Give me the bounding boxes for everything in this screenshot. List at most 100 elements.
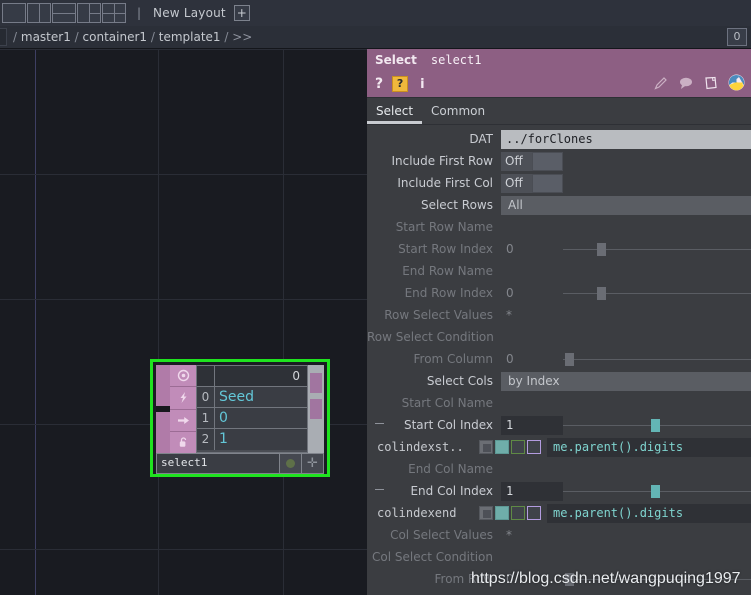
layout-preset-two-columns[interactable] [27,3,51,23]
mode-constant-icon[interactable] [479,440,493,454]
viewer-icon[interactable] [170,365,196,388]
toggle-checkbox[interactable] [532,151,563,171]
param-row-end-row-name: End Row Name [367,260,751,282]
row-select-values-field[interactable]: * [501,308,512,322]
end-row-index-slider[interactable] [563,284,751,303]
include-first-row-toggle[interactable]: Off [501,151,563,171]
tab-select[interactable]: Select [367,100,423,124]
select-rows-dropdown[interactable]: All [501,195,751,215]
end-col-index-slider[interactable] [563,482,751,501]
node-output-connector-2[interactable] [310,399,322,419]
end-col-index-field[interactable]: 1 [501,481,563,501]
param-row-include-first-row: Include First Row Off [367,150,751,172]
node-name-field[interactable]: select1 [156,453,280,474]
clone-icon[interactable] [170,387,196,410]
mode-constant-icon[interactable] [479,506,493,520]
collapse-toggle-start-col-index[interactable] [375,423,384,424]
toggle-checkbox[interactable] [532,173,563,193]
node-output-connector-1[interactable] [310,373,322,393]
grid-line-h1 [0,174,367,175]
breadcrumb-item-template1[interactable]: template1 [159,30,221,44]
dat-path-field[interactable]: ../forClones [501,129,751,149]
lock-icon[interactable] [170,432,196,453]
python-icon[interactable] [728,74,745,91]
path-index-box[interactable]: 0 [727,28,747,46]
mode-expression-icon[interactable] [495,440,509,454]
node-output-strip [308,365,324,453]
breadcrumb-more[interactable]: >> [232,30,252,44]
from-column-slider[interactable] [563,350,751,369]
grid-line-h2 [0,299,367,300]
table-header-col0: 0 [215,366,307,386]
param-label-col-select-condition: Col Select Condition [372,550,493,564]
start-row-index-slider[interactable] [563,240,751,259]
crumb-slash-0: / [13,30,18,44]
layout-preset-four-pane[interactable] [102,3,126,23]
grid-line-v1 [158,49,159,595]
add-layout-button[interactable]: + [233,5,250,21]
param-internal-name-colindexstart: colindexst.. [377,440,464,454]
operator-name-field[interactable]: select1 [431,53,482,67]
new-layout-label[interactable]: New Layout [153,6,226,20]
param-row-dat: DAT ../forClones [367,128,751,150]
param-label-row-select-condition: Row Select Condition [367,330,494,344]
start-col-index-field[interactable]: 1 [501,415,563,435]
breadcrumb-item-container1[interactable]: container1 [83,30,148,44]
param-mode-selector [479,506,541,520]
network-editor-pane[interactable]: 0 0 Seed 1 0 2 1 select1 ✛ [0,49,367,595]
node-select1[interactable]: 0 0 Seed 1 0 2 1 select1 ✛ [150,359,330,477]
mode-expression-icon[interactable] [495,506,509,520]
op-help-icon[interactable]: ? [392,76,409,92]
breadcrumb[interactable]: / master1 / container1 / template1 / >> [13,30,252,44]
tab-common[interactable]: Common [422,100,494,124]
add-plus-icon[interactable]: ✛ [302,453,324,474]
param-row-end-col-index: End Col Index 1 [367,480,751,502]
layout-preset-three-pane[interactable] [77,3,101,23]
clipboard-icon[interactable] [703,75,719,91]
param-label-start-row-index: Start Row Index [398,242,493,256]
param-label-col-select-values: Col Select Values [390,528,493,542]
param-label-start-col-name: Start Col Name [401,396,493,410]
grid-line-h0 [0,49,367,50]
param-label-from-column: From Column [413,352,494,366]
table-cell-value: Seed [215,387,307,407]
info-icon[interactable]: i [420,77,424,92]
param-mode-selector [479,440,541,454]
select-cols-dropdown[interactable]: by Index [501,371,751,391]
header-tool-group [653,74,745,91]
table-cell-index: 2 [197,429,215,450]
end-row-index-value[interactable]: 0 [501,286,563,300]
pencil-icon[interactable] [653,75,669,91]
operator-type-label: Select [375,53,417,67]
breadcrumb-item-master1[interactable]: master1 [21,30,71,44]
mode-bind-icon[interactable] [527,506,541,520]
param-row-row-select-values: Row Select Values * [367,304,751,326]
toolbar-separator: | [137,6,142,20]
path-back-button[interactable] [0,28,7,46]
table-cell-index: 0 [197,387,215,407]
param-internal-name-colindexend: colindexend [377,506,457,520]
start-col-index-slider[interactable] [563,416,751,435]
table-header-index [197,366,215,386]
node-flag-strip[interactable] [156,365,170,453]
collapse-toggle-end-col-index[interactable] [375,489,384,490]
col-select-values-field[interactable]: * [501,528,512,542]
param-row-col-select-condition: Col Select Condition [367,546,751,568]
layout-preset-two-rows[interactable] [52,3,76,23]
comment-icon[interactable] [678,75,694,91]
mode-bind-icon[interactable] [527,440,541,454]
mode-export-icon[interactable] [511,440,525,454]
colindexend-expression-field[interactable]: me.parent().digits [547,503,751,523]
from-column-value[interactable]: 0 [501,352,563,366]
param-label-row-select-values: Row Select Values [384,308,493,322]
viewer-toggle-dot-icon[interactable] [280,453,302,474]
arrow-icon[interactable] [170,410,196,432]
start-row-index-value[interactable]: 0 [501,242,563,256]
param-label-end-row-index: End Row Index [404,286,493,300]
mode-export-icon[interactable] [511,506,525,520]
include-first-col-toggle[interactable]: Off [501,173,563,193]
layout-preset-single[interactable] [2,3,26,23]
help-question-icon[interactable]: ? [367,76,383,92]
grid-line-accent [35,49,36,595]
colindexstart-expression-field[interactable]: me.parent().digits [547,437,751,457]
